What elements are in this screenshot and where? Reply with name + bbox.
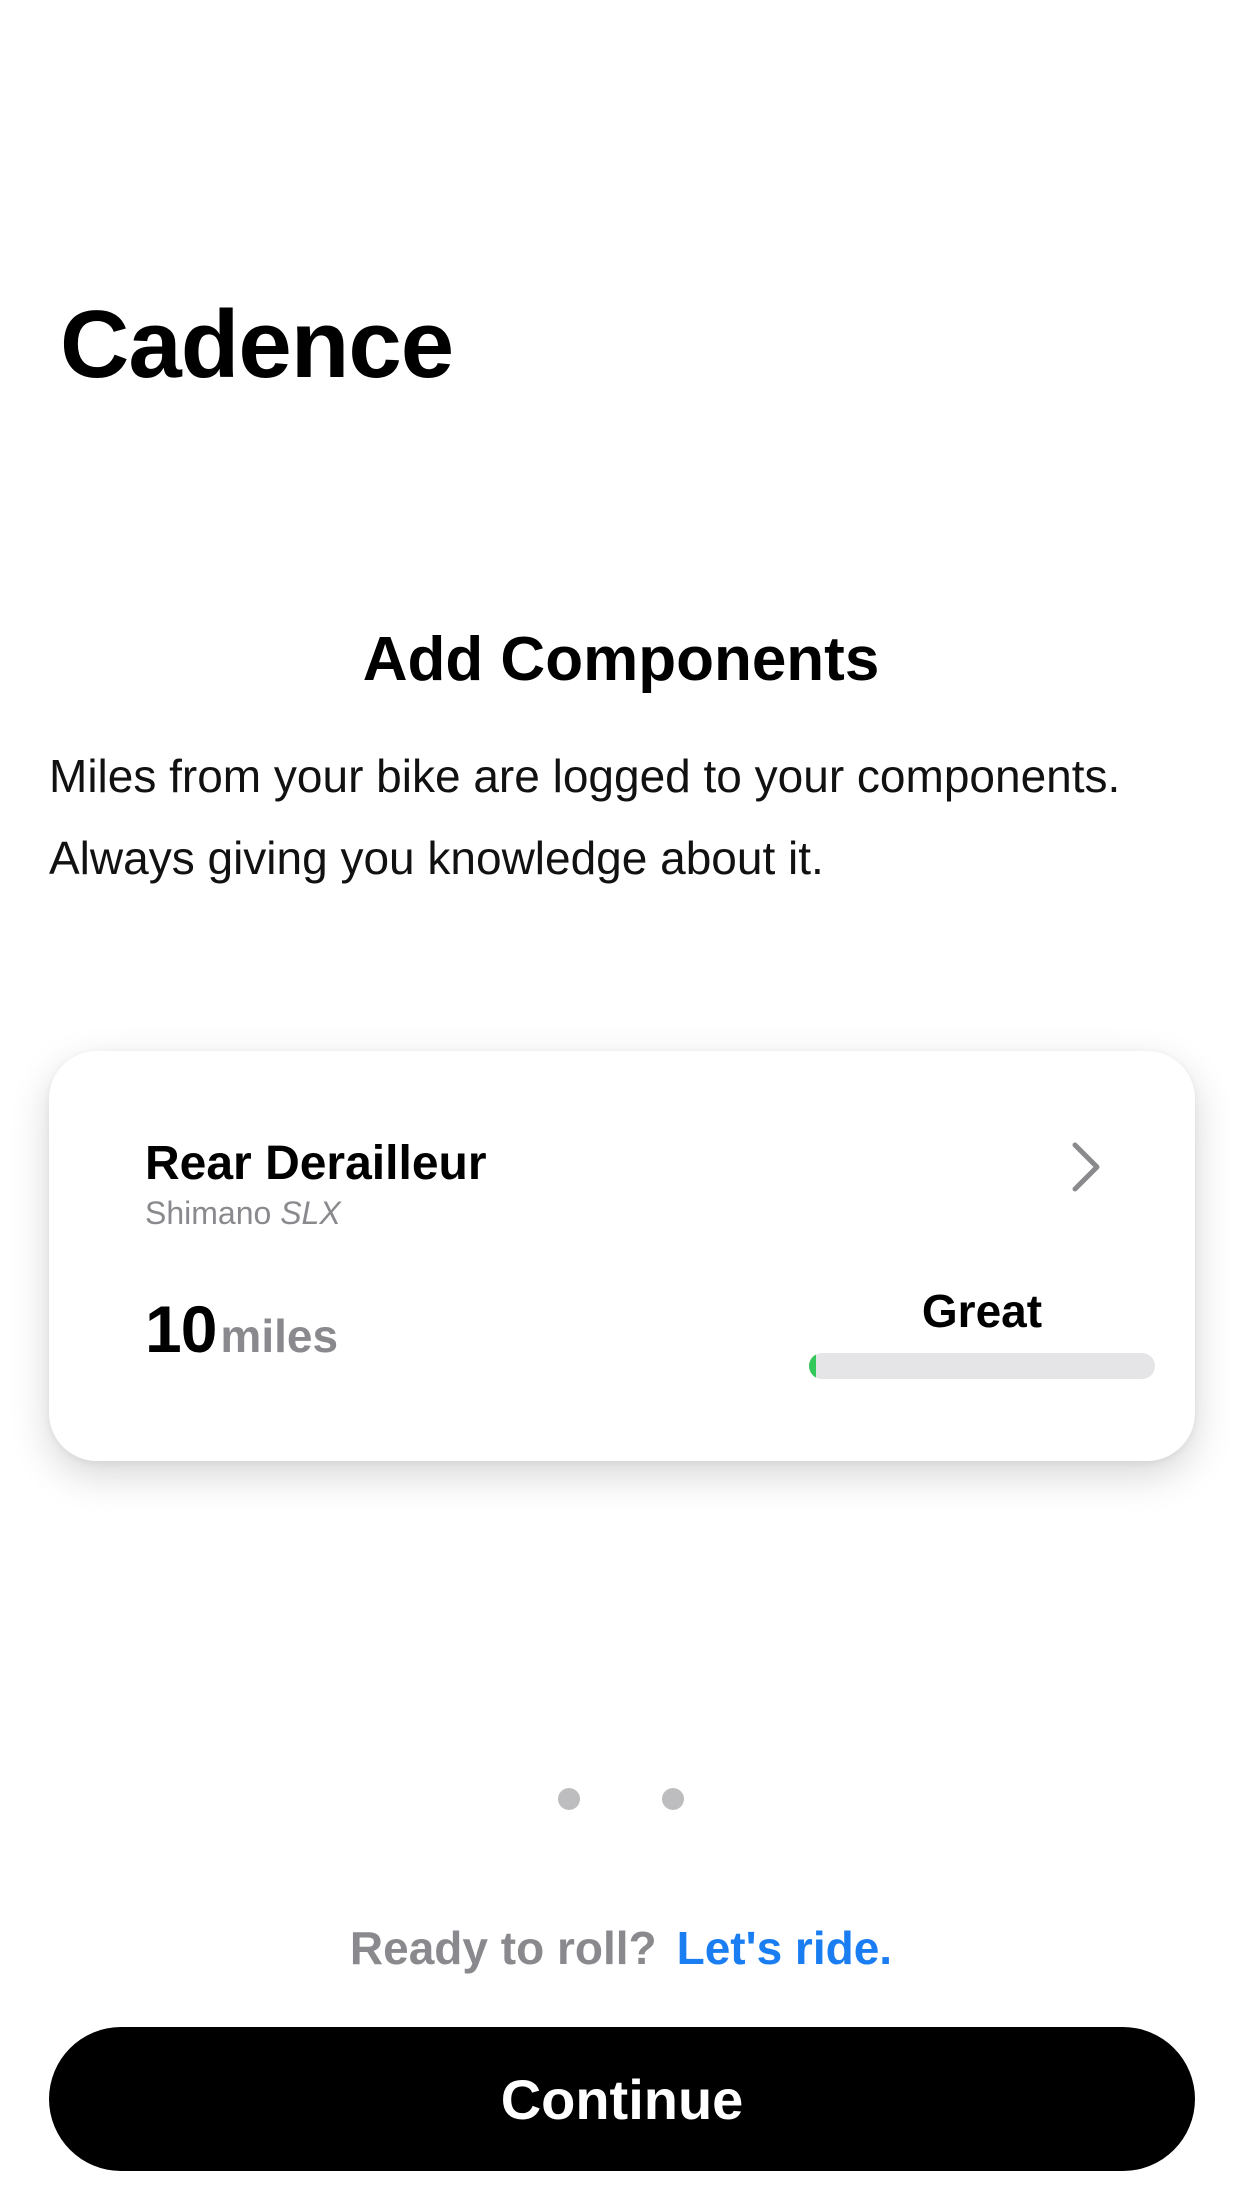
section-heading: Add Components bbox=[362, 625, 880, 694]
page-dot-2[interactable] bbox=[662, 1788, 684, 1810]
wear-status-label: Great bbox=[921, 1285, 1043, 1337]
mileage-value: 10 bbox=[145, 1292, 217, 1366]
chevron-right-icon[interactable] bbox=[1065, 1137, 1105, 1197]
component-card[interactable]: Rear Derailleur Shimano SLX 10miles Grea… bbox=[49, 1051, 1195, 1461]
ready-prompt: Ready to roll? Let's ride. bbox=[0, 1918, 1242, 1978]
page-dot-1[interactable] bbox=[558, 1788, 580, 1810]
ready-prompt-text: Ready to roll? bbox=[349, 1922, 657, 1974]
component-brand-name: Shimano bbox=[145, 1195, 272, 1231]
component-model: SLX bbox=[280, 1195, 341, 1231]
page-indicator bbox=[0, 1788, 1242, 1812]
component-name: Rear Derailleur bbox=[145, 1137, 487, 1190]
section-description: Miles from your bike are logged to your … bbox=[49, 735, 1209, 899]
continue-button[interactable]: Continue bbox=[49, 2027, 1195, 2171]
description-line-2: Always giving you knowledge about it. bbox=[49, 832, 824, 884]
description-line-1: Miles from your bike are logged to your … bbox=[49, 750, 1121, 802]
lets-ride-link[interactable]: Let's ride. bbox=[677, 1922, 892, 1974]
wear-progress-bar bbox=[809, 1353, 1155, 1379]
component-brand: Shimano SLX bbox=[145, 1193, 341, 1233]
app-title: Cadence bbox=[60, 291, 454, 398]
mileage: 10miles bbox=[145, 1289, 338, 1388]
wear-progress-fill bbox=[809, 1353, 816, 1379]
mileage-unit: miles bbox=[220, 1310, 339, 1362]
